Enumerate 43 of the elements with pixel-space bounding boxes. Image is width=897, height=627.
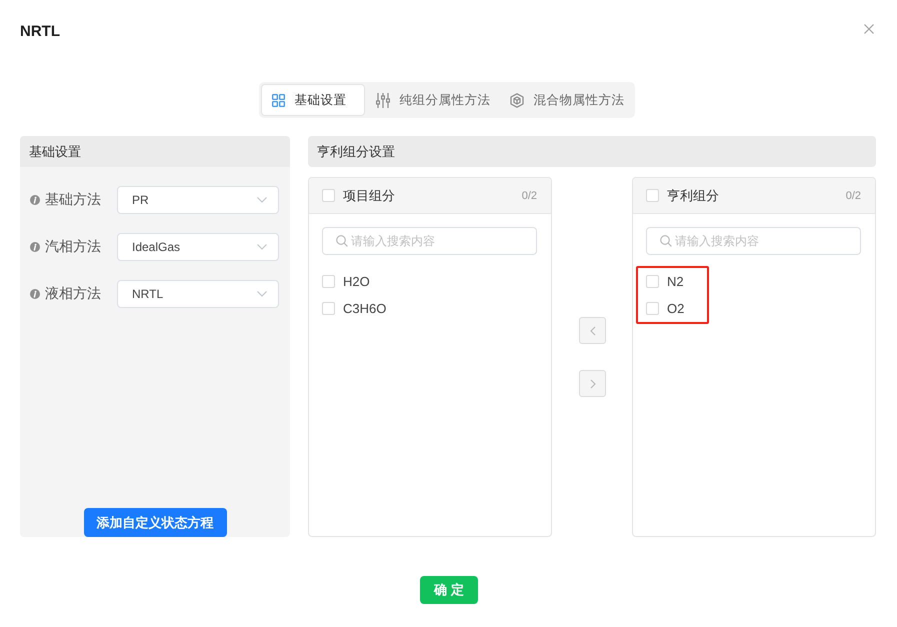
list-title: 项目组分 (343, 186, 396, 204)
checkbox[interactable] (322, 302, 335, 315)
checkbox[interactable] (646, 275, 659, 288)
chevron-down-icon (257, 291, 267, 297)
info-icon (30, 195, 40, 205)
tab[interactable]: 基础设置 (260, 84, 364, 116)
checkbox[interactable] (322, 275, 335, 288)
list-item[interactable]: O2 (646, 295, 687, 322)
panel-title: 基础设置 (20, 136, 290, 167)
chevron-down-icon (257, 197, 267, 203)
info-icon (30, 242, 40, 252)
search-field[interactable]: 请输入搜索内容 (646, 227, 861, 255)
grid-icon (272, 94, 284, 106)
list-item[interactable]: C3H6O (322, 295, 551, 322)
dropdown[interactable]: PR (117, 186, 279, 214)
checkbox[interactable] (646, 302, 659, 315)
search-icon (660, 235, 672, 247)
list-item[interactable]: H2O (322, 268, 551, 295)
dropdown[interactable]: NRTL (117, 280, 279, 308)
chevron-left-icon (588, 326, 596, 336)
list-item[interactable]: N2 (646, 268, 687, 295)
field-label: 液相方法 (45, 285, 101, 303)
search-field[interactable]: 请输入搜索内容 (322, 227, 537, 255)
tab[interactable]: 混合物属性方法 (498, 84, 632, 116)
close-icon[interactable] (864, 24, 874, 34)
selection-count: 0/2 (522, 190, 537, 202)
cube-icon (510, 92, 524, 108)
checkbox[interactable] (322, 189, 335, 202)
field-label: 基础方法 (45, 191, 101, 209)
dropdown[interactable]: IdealGas (117, 233, 279, 261)
field-label: 汽相方法 (45, 238, 101, 256)
search-icon (336, 235, 348, 247)
chevron-down-icon (257, 244, 267, 250)
list-title: 亨利组分 (667, 186, 720, 204)
sliders-icon (376, 92, 390, 108)
tab[interactable]: 纯组分属性方法 (364, 84, 498, 116)
selection-count: 0/2 (846, 190, 861, 202)
dialog-title: NRTL (20, 22, 60, 40)
add-equation-button[interactable]: 添加自定义状态方程 (84, 508, 226, 537)
info-icon (30, 289, 40, 299)
section-title: 亨利组分设置 (308, 136, 876, 167)
checkbox[interactable] (646, 189, 659, 202)
chevron-right-icon (588, 378, 596, 388)
